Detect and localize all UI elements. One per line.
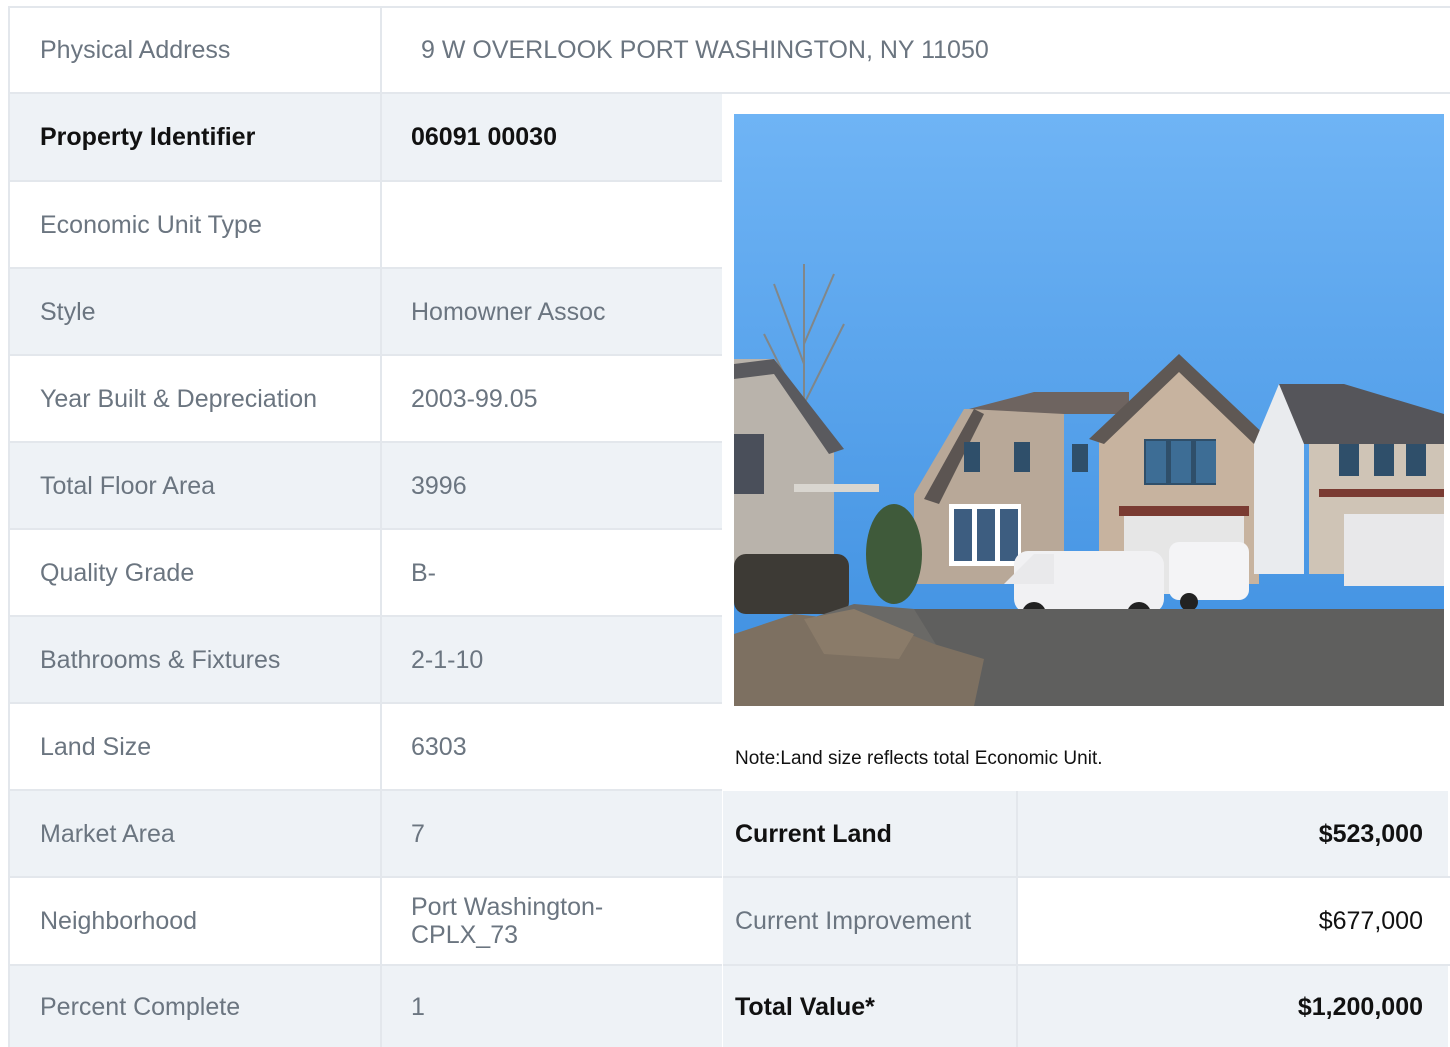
- style-value: Homowner Assoc: [382, 269, 722, 354]
- economic-unit-type-value: [382, 182, 722, 267]
- percent-complete-label: Percent Complete: [10, 966, 380, 1047]
- land-size-note: Note:Land size reflects total Economic U…: [735, 748, 1103, 769]
- quality-grade-label: Quality Grade: [10, 530, 380, 615]
- market-area-value: 7: [382, 791, 722, 876]
- land-size-value: 6303: [382, 704, 722, 789]
- total-floor-area-label: Total Floor Area: [10, 443, 380, 528]
- house-photo-illustration: [734, 114, 1444, 706]
- neighborhood-value: Port Washington-CPLX_73: [382, 878, 722, 964]
- current-land-value: $523,000: [1018, 791, 1448, 876]
- property-identifier-label: Property Identifier: [10, 94, 380, 180]
- economic-unit-type-label: Economic Unit Type: [10, 182, 380, 267]
- quality-grade-value: B-: [382, 530, 722, 615]
- bathrooms-label: Bathrooms & Fixtures: [10, 617, 380, 702]
- current-land-label: Current Land: [723, 791, 1016, 876]
- current-improvement-value: $677,000: [1018, 878, 1448, 964]
- address-label: Physical Address: [10, 8, 380, 92]
- total-value-value: $1,200,000: [1018, 966, 1448, 1047]
- year-built-value: 2003-99.05: [382, 356, 722, 441]
- bathrooms-value: 2-1-10: [382, 617, 722, 702]
- land-size-label: Land Size: [10, 704, 380, 789]
- style-label: Style: [10, 269, 380, 354]
- total-value-label: Total Value*: [723, 966, 1016, 1047]
- market-area-label: Market Area: [10, 791, 380, 876]
- property-photo: [734, 114, 1444, 706]
- total-floor-area-value: 3996: [382, 443, 722, 528]
- address-value: 9 W OVERLOOK PORT WASHINGTON, NY 11050: [382, 8, 1448, 92]
- current-improvement-label: Current Improvement: [723, 878, 1016, 964]
- property-identifier-value: 06091 00030: [382, 94, 722, 180]
- neighborhood-label: Neighborhood: [10, 878, 380, 964]
- percent-complete-value: 1: [382, 966, 722, 1047]
- year-built-label: Year Built & Depreciation: [10, 356, 380, 441]
